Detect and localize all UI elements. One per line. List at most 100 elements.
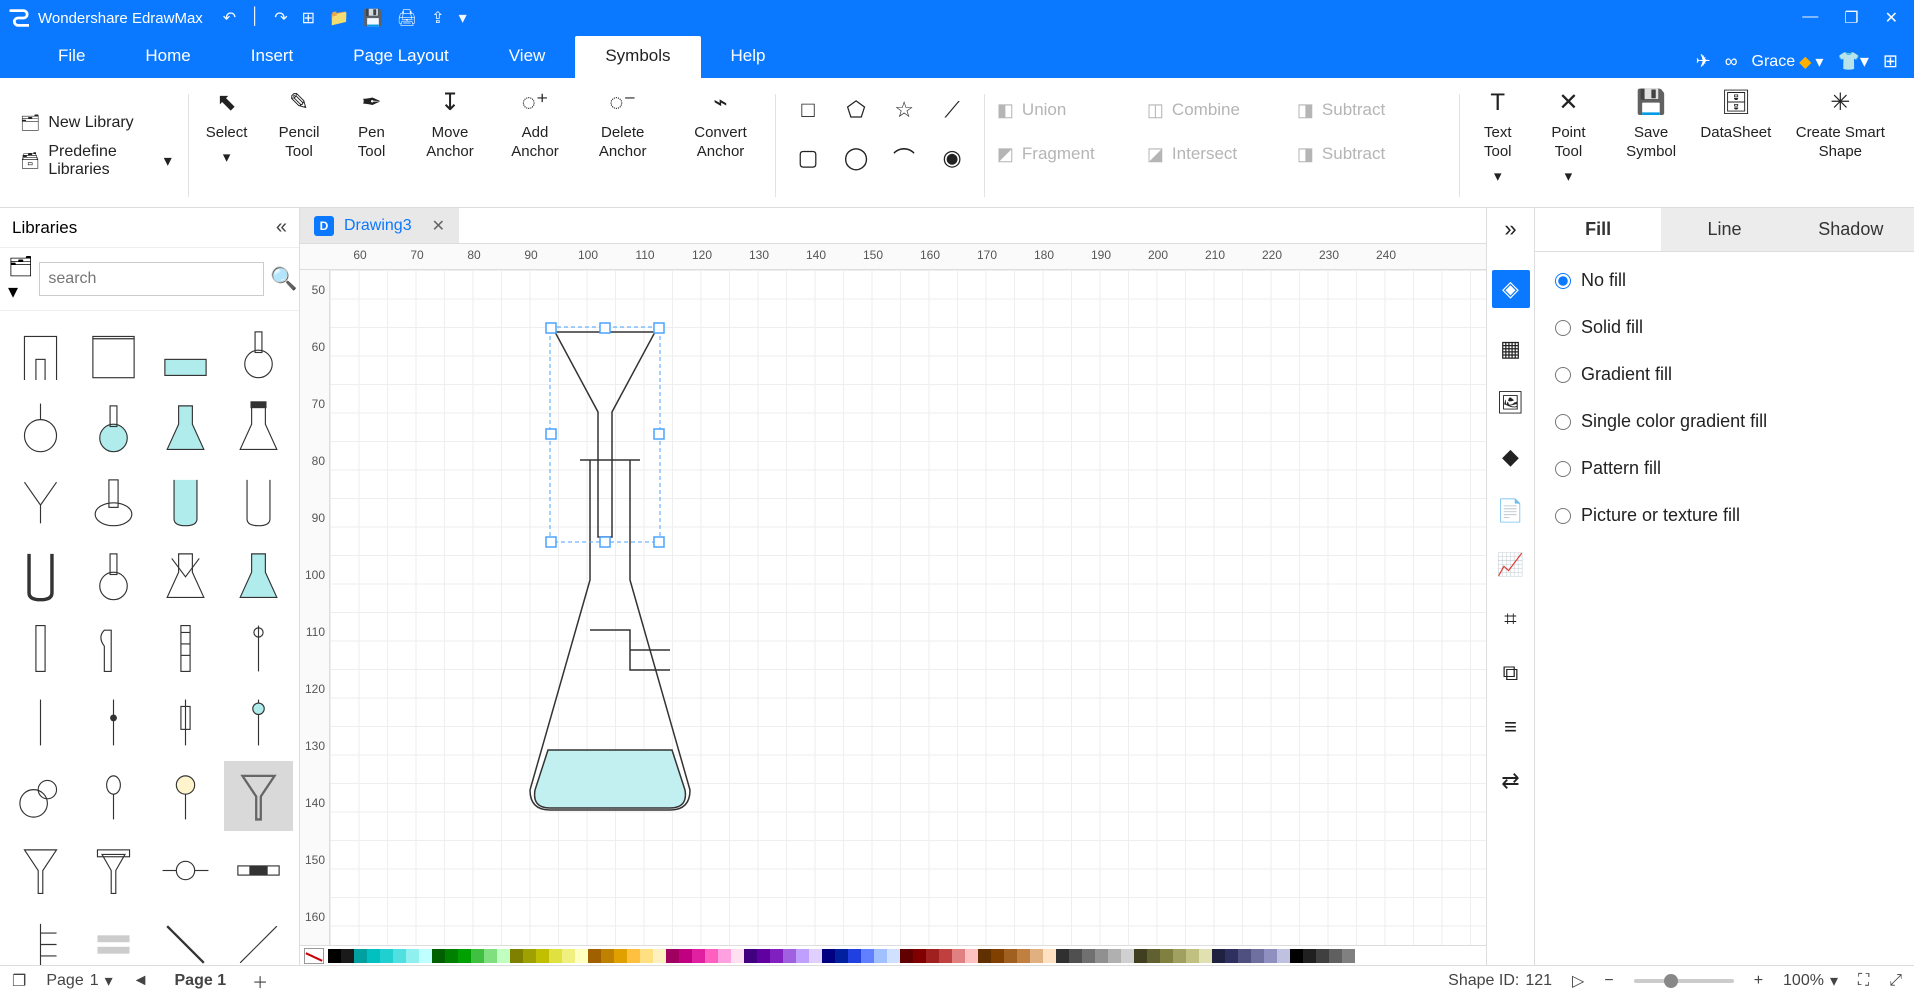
library-shape-item[interactable] xyxy=(224,539,293,609)
library-shape-item[interactable] xyxy=(6,909,75,965)
bool-fragment[interactable]: ◩Fragment xyxy=(997,132,1147,176)
color-swatch[interactable] xyxy=(497,949,510,963)
color-swatch[interactable] xyxy=(796,949,809,963)
color-swatch[interactable] xyxy=(1251,949,1264,963)
library-shape-item[interactable] xyxy=(6,835,75,905)
library-shape-item[interactable] xyxy=(6,391,75,461)
search-icon[interactable]: 🔍 xyxy=(270,266,297,292)
color-swatch[interactable] xyxy=(1160,949,1173,963)
minimize-button[interactable]: — xyxy=(1802,8,1818,28)
delete-anchor-tool[interactable]: ◌⁻Delete Anchor xyxy=(576,84,670,207)
color-swatch[interactable] xyxy=(367,949,380,963)
color-swatch[interactable] xyxy=(549,949,562,963)
text-tool[interactable]: TText Tool▾ xyxy=(1464,84,1532,207)
color-swatch[interactable] xyxy=(1329,949,1342,963)
color-swatch[interactable] xyxy=(978,949,991,963)
color-swatch[interactable] xyxy=(1264,949,1277,963)
library-shape-item[interactable] xyxy=(6,317,75,387)
library-shape-item[interactable] xyxy=(224,761,293,831)
bool-subtract2[interactable]: ◨Subtract xyxy=(1297,132,1447,176)
library-shape-item[interactable] xyxy=(6,687,75,757)
color-swatch[interactable] xyxy=(1069,949,1082,963)
color-swatch[interactable] xyxy=(627,949,640,963)
layout-icon[interactable]: ▦ xyxy=(1500,336,1521,362)
close-tab-icon[interactable]: ✕ xyxy=(432,216,445,236)
color-swatch[interactable] xyxy=(783,949,796,963)
export-icon[interactable]: ⇪ xyxy=(431,8,444,28)
undo-icon[interactable]: ↶ xyxy=(223,8,236,28)
tshirt-icon[interactable]: 👕▾ xyxy=(1837,51,1868,72)
color-swatch[interactable] xyxy=(939,949,952,963)
menu-file[interactable]: File xyxy=(28,36,115,78)
color-swatch[interactable] xyxy=(445,949,458,963)
color-swatch[interactable] xyxy=(887,949,900,963)
color-swatch[interactable] xyxy=(1238,949,1251,963)
fill-panel-icon[interactable]: ◈ xyxy=(1492,270,1530,308)
color-swatch[interactable] xyxy=(562,949,575,963)
shape-funnel-selected[interactable]: ↻ xyxy=(540,312,670,562)
color-swatch[interactable] xyxy=(692,949,705,963)
fill-option[interactable]: Picture or texture fill xyxy=(1555,505,1894,526)
tab-shadow[interactable]: Shadow xyxy=(1788,208,1914,251)
save-icon[interactable]: 💾 xyxy=(363,8,383,28)
fill-radio[interactable] xyxy=(1555,273,1571,289)
fill-radio[interactable] xyxy=(1555,461,1571,477)
color-swatch[interactable] xyxy=(1303,949,1316,963)
fit-page-icon[interactable]: ⛶ xyxy=(1858,972,1869,990)
color-swatch[interactable] xyxy=(588,949,601,963)
color-swatch[interactable] xyxy=(1004,949,1017,963)
fill-radio[interactable] xyxy=(1555,414,1571,430)
library-shape-item[interactable] xyxy=(224,835,293,905)
library-shape-item[interactable] xyxy=(224,687,293,757)
presentation-icon[interactable]: ▷ xyxy=(1572,971,1584,991)
library-shape-item[interactable] xyxy=(152,613,221,683)
menu-insert[interactable]: Insert xyxy=(221,36,324,78)
document-tab[interactable]: D Drawing3 ✕ xyxy=(300,208,459,243)
send-icon[interactable]: ✈ xyxy=(1696,51,1711,72)
library-shape-item[interactable] xyxy=(79,835,148,905)
color-swatch[interactable] xyxy=(1186,949,1199,963)
color-swatch[interactable] xyxy=(991,949,1004,963)
library-shape-item[interactable] xyxy=(152,687,221,757)
zoom-slider[interactable] xyxy=(1634,979,1734,983)
color-swatch[interactable] xyxy=(653,949,666,963)
share-icon[interactable]: ∞ xyxy=(1725,51,1738,72)
fill-radio[interactable] xyxy=(1555,367,1571,383)
color-swatch[interactable] xyxy=(575,949,588,963)
library-shape-item[interactable] xyxy=(224,909,293,965)
color-swatch[interactable] xyxy=(640,949,653,963)
color-swatch[interactable] xyxy=(1290,949,1303,963)
collapse-panel-icon[interactable]: « xyxy=(276,216,287,239)
color-swatch[interactable] xyxy=(861,949,874,963)
color-swatch[interactable] xyxy=(731,949,744,963)
new-icon[interactable]: ⊞ xyxy=(302,8,315,28)
color-swatch[interactable] xyxy=(1147,949,1160,963)
library-shape-item[interactable] xyxy=(224,391,293,461)
color-swatch[interactable] xyxy=(601,949,614,963)
library-shape-item[interactable] xyxy=(152,909,221,965)
shape-spiral[interactable]: ◉ xyxy=(932,138,972,178)
library-shape-item[interactable] xyxy=(79,761,148,831)
datasheet[interactable]: 🗄DataSheet xyxy=(1697,84,1775,207)
color-swatch[interactable] xyxy=(900,949,913,963)
menu-home[interactable]: Home xyxy=(115,36,220,78)
open-icon[interactable]: 📁 xyxy=(329,8,349,28)
color-swatch[interactable] xyxy=(1355,949,1368,963)
tab-line[interactable]: Line xyxy=(1661,208,1787,251)
prev-page-icon[interactable]: ◄ xyxy=(133,972,149,990)
color-swatch[interactable] xyxy=(536,949,549,963)
maximize-button[interactable]: ❐ xyxy=(1844,8,1858,28)
color-swatch[interactable] xyxy=(1030,949,1043,963)
save-symbol[interactable]: 💾Save Symbol xyxy=(1605,84,1697,207)
no-fill-swatch[interactable] xyxy=(304,948,324,964)
color-swatch[interactable] xyxy=(718,949,731,963)
color-swatch[interactable] xyxy=(1017,949,1030,963)
point-tool[interactable]: ✕Point Tool▾ xyxy=(1532,84,1605,207)
library-shape-item[interactable] xyxy=(224,613,293,683)
shape-circle[interactable]: ◯ xyxy=(836,138,876,178)
color-swatch[interactable] xyxy=(1134,949,1147,963)
color-swatch[interactable] xyxy=(809,949,822,963)
color-swatch[interactable] xyxy=(419,949,432,963)
library-shape-item[interactable] xyxy=(6,539,75,609)
bool-union[interactable]: ◧Union xyxy=(997,88,1147,132)
